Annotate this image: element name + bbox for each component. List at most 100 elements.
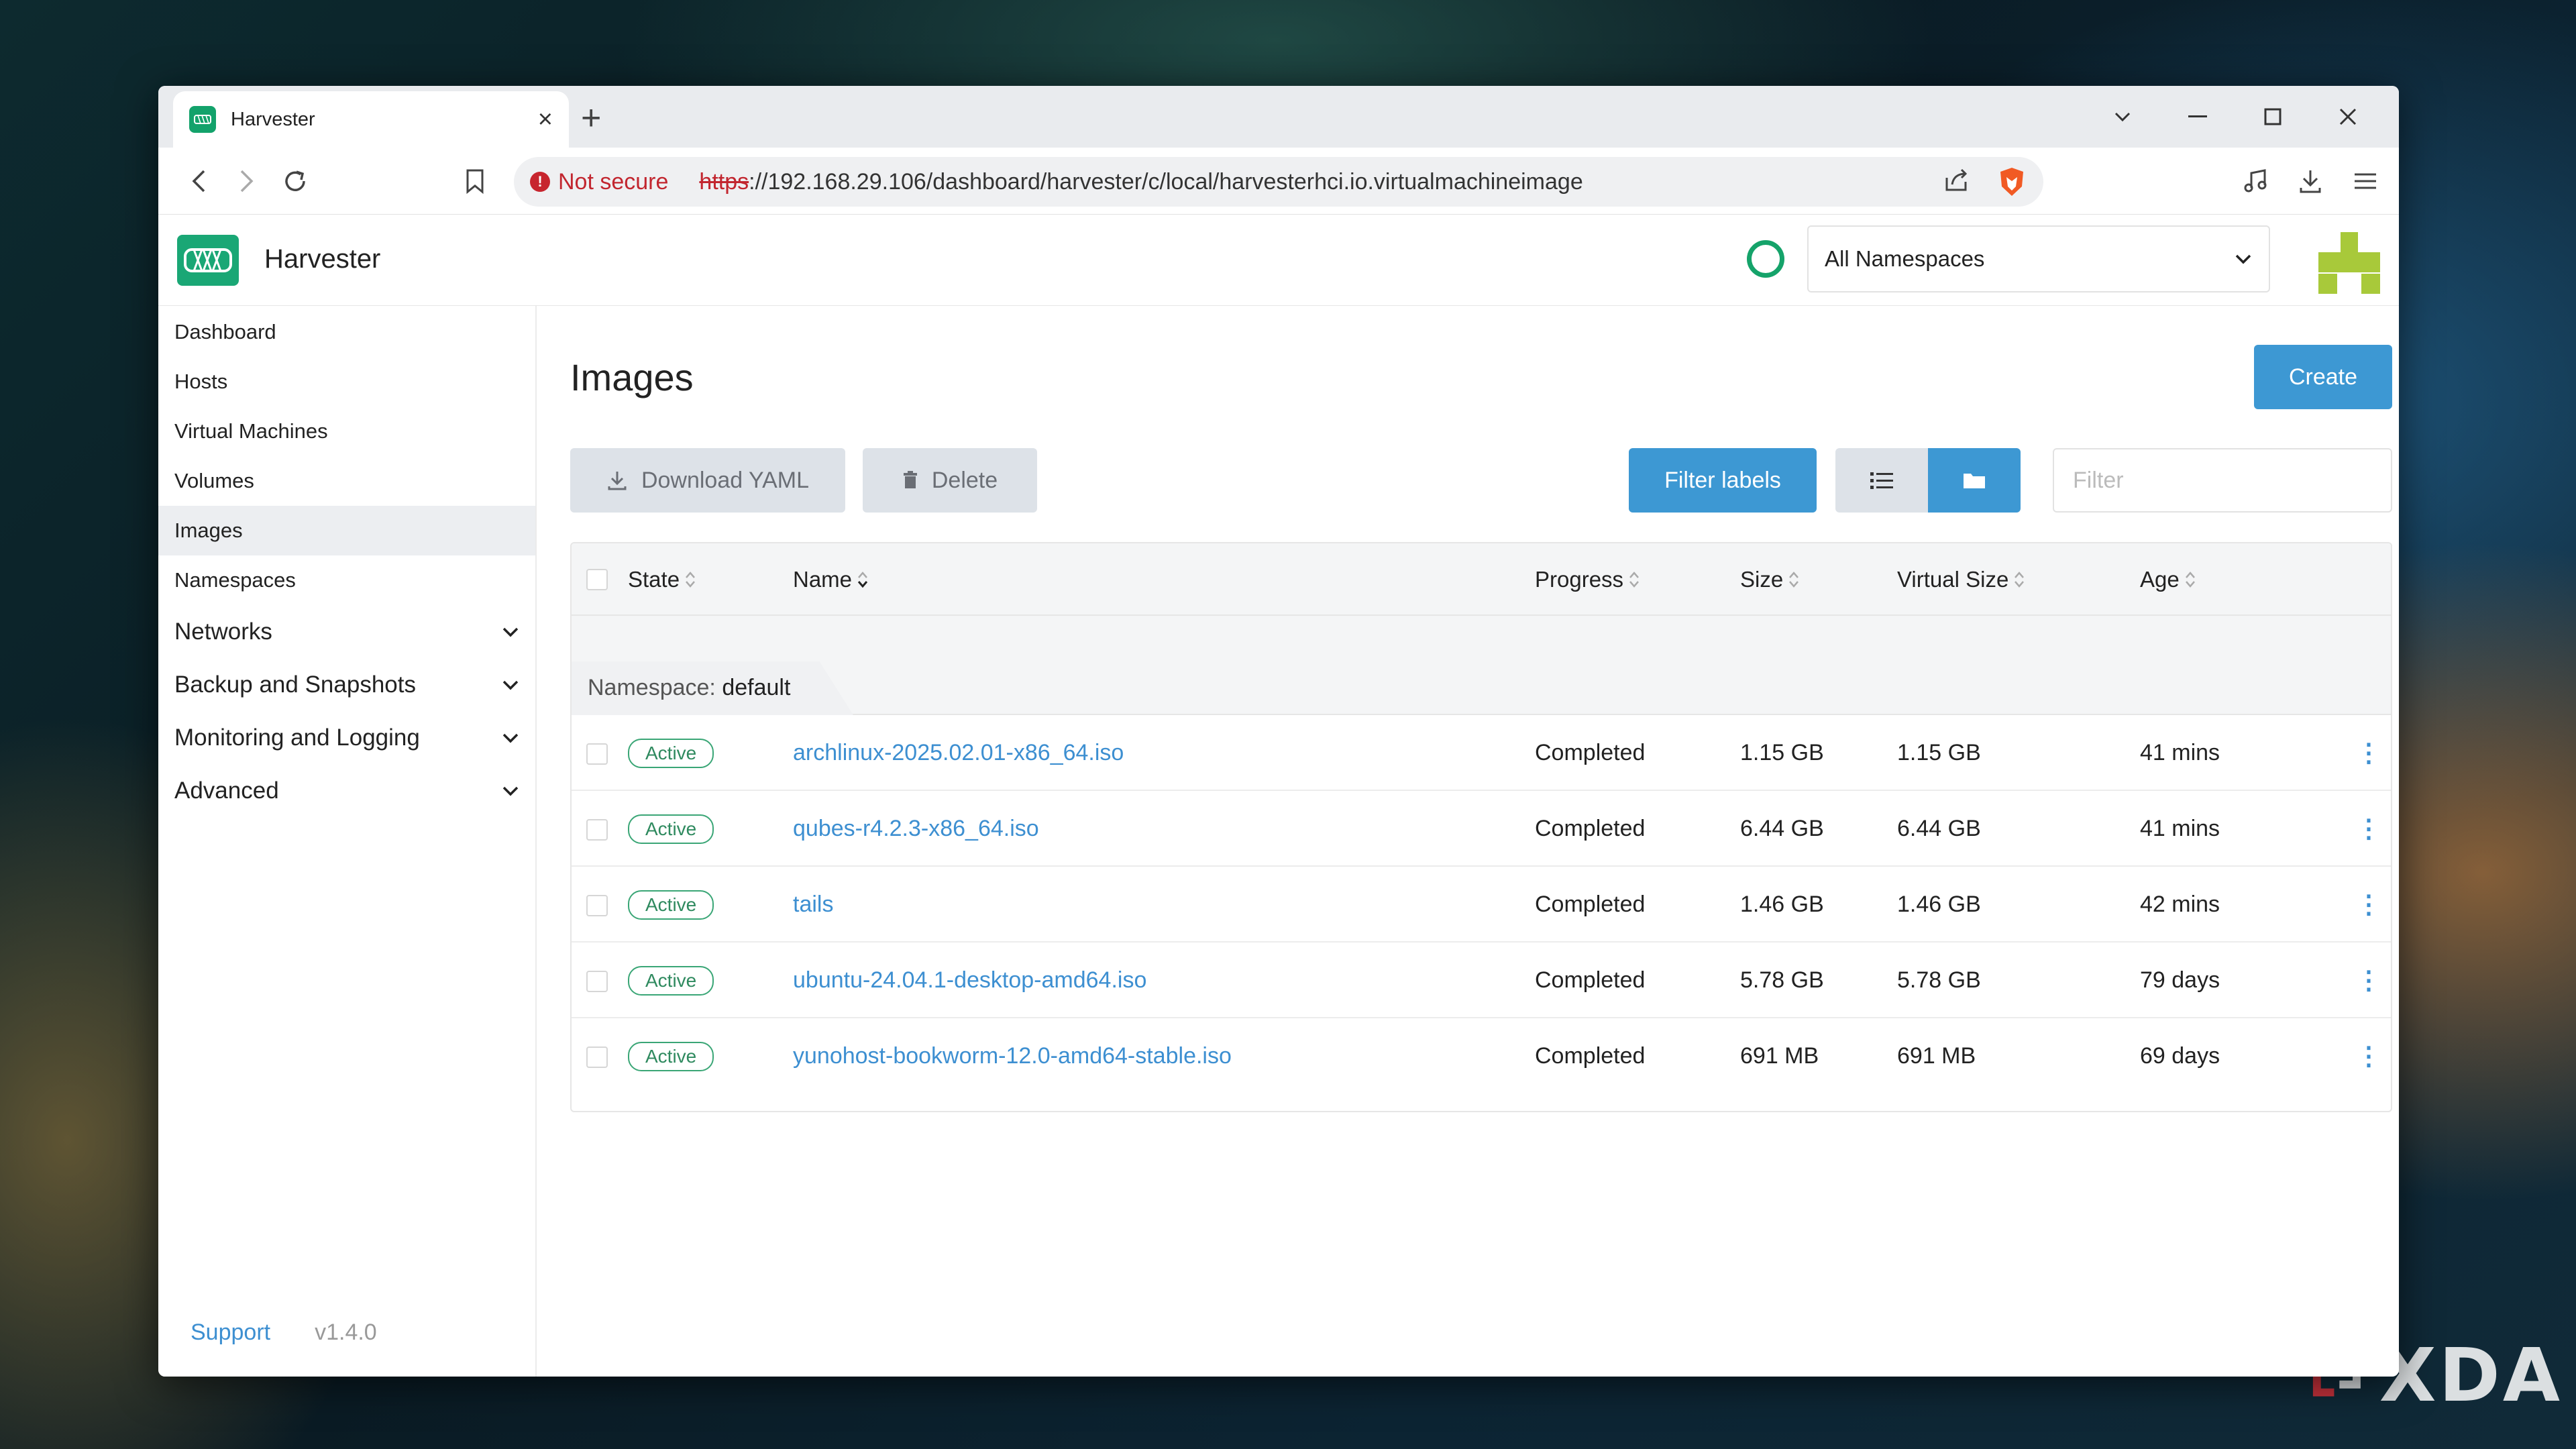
menu-icon[interactable] — [2352, 168, 2379, 198]
sidebar-group-networks[interactable]: Networks — [158, 605, 535, 658]
image-name-link[interactable]: tails — [793, 892, 833, 918]
sidebar-item-hosts[interactable]: Hosts — [158, 357, 535, 407]
folder-view-icon[interactable] — [1928, 448, 2021, 513]
table-row[interactable]: Active archlinux-2025.02.01-x86_64.iso C… — [572, 715, 2391, 791]
column-state[interactable]: State — [628, 543, 697, 616]
brave-shields-icon[interactable] — [1996, 166, 2027, 197]
bookmark-icon[interactable] — [462, 168, 488, 195]
support-link[interactable]: Support — [191, 1320, 270, 1346]
app-title: Harvester — [264, 244, 381, 274]
sidebar-group-label: Backup and Snapshots — [174, 671, 416, 698]
sidebar-item-label: Volumes — [174, 469, 254, 492]
sidebar-group-label: Monitoring and Logging — [174, 724, 420, 751]
sidebar-item-namespaces[interactable]: Namespaces — [158, 555, 535, 605]
media-icon[interactable] — [2242, 168, 2269, 198]
back-icon[interactable] — [185, 168, 212, 195]
warning-icon: ! — [530, 172, 550, 192]
more-actions-icon[interactable]: ⋮ — [2356, 814, 2381, 844]
user-avatar[interactable] — [2318, 232, 2380, 294]
select-all-checkbox[interactable] — [586, 569, 608, 590]
row-checkbox[interactable] — [586, 895, 608, 916]
virtual-size-cell: 1.15 GB — [1897, 740, 1981, 765]
sort-icon — [1789, 572, 1799, 588]
column-age-label: Age — [2140, 567, 2180, 592]
create-button[interactable]: Create — [2254, 345, 2392, 409]
row-checkbox[interactable] — [586, 971, 608, 992]
address-bar-actions — [1943, 166, 2027, 197]
url-scheme: https — [699, 168, 749, 195]
maximize-icon[interactable] — [2235, 86, 2310, 148]
reload-icon[interactable] — [282, 168, 309, 195]
filter-labels-button[interactable]: Filter labels — [1629, 448, 1817, 513]
column-virtual-size[interactable]: Virtual Size — [1897, 543, 2026, 616]
app-header: Harvester All Namespaces — [158, 215, 2399, 306]
tab-search-icon[interactable] — [2085, 86, 2160, 148]
status-badge: Active — [628, 1041, 714, 1071]
table-header: State Name Progress Size Virtual Size Ag… — [572, 543, 2391, 616]
table-row[interactable]: Active tails Completed 1.46 GB 1.46 GB 4… — [572, 867, 2391, 943]
sidebar-item-images[interactable]: Images — [158, 506, 535, 555]
new-tab-button[interactable]: + — [581, 98, 601, 138]
tab-title: Harvester — [231, 108, 315, 130]
namespace-select-value: All Namespaces — [1825, 246, 1985, 271]
namespace-name: default — [722, 675, 791, 700]
more-actions-icon[interactable]: ⋮ — [2356, 738, 2381, 768]
table-row[interactable]: Active ubuntu-24.04.1-desktop-amd64.iso … — [572, 943, 2391, 1018]
column-size[interactable]: Size — [1740, 543, 1801, 616]
tab-bar: Harvester × + — [158, 86, 2399, 148]
age-cell: 42 mins — [2140, 892, 2220, 917]
sort-icon — [1629, 572, 1640, 588]
column-age[interactable]: Age — [2140, 543, 2197, 616]
sidebar-item-virtual-machines[interactable]: Virtual Machines — [158, 407, 535, 456]
image-name-link[interactable]: archlinux-2025.02.01-x86_64.iso — [793, 740, 1124, 766]
column-progress[interactable]: Progress — [1535, 543, 1641, 616]
sidebar-item-dashboard[interactable]: Dashboard — [158, 307, 535, 357]
progress-cell: Completed — [1535, 967, 1646, 993]
sidebar-group-backup-and-snapshots[interactable]: Backup and Snapshots — [158, 658, 535, 711]
sidebar-group-monitoring-and-logging[interactable]: Monitoring and Logging — [158, 711, 535, 764]
sidebar-group-advanced[interactable]: Advanced — [158, 764, 535, 817]
filter-input[interactable] — [2053, 448, 2392, 513]
more-actions-icon[interactable]: ⋮ — [2356, 1041, 2381, 1071]
sidebar-item-label: Virtual Machines — [174, 419, 328, 443]
close-window-icon[interactable] — [2310, 86, 2385, 148]
list-view-icon[interactable] — [1835, 448, 1928, 513]
age-cell: 79 days — [2140, 967, 2220, 993]
progress-cell: Completed — [1535, 892, 1646, 917]
namespace-select[interactable]: All Namespaces — [1807, 225, 2270, 292]
downloads-icon[interactable] — [2297, 168, 2324, 198]
view-toggle — [1835, 448, 2021, 513]
minimize-icon[interactable] — [2160, 86, 2235, 148]
chevron-down-icon — [2235, 254, 2251, 264]
share-icon[interactable] — [1943, 167, 1970, 197]
size-cell: 1.46 GB — [1740, 892, 1824, 917]
image-name-link[interactable]: qubes-r4.2.3-x86_64.iso — [793, 816, 1039, 842]
sidebar-item-volumes[interactable]: Volumes — [158, 456, 535, 506]
download-yaml-button[interactable]: Download YAML — [570, 448, 845, 513]
harvester-logo-icon[interactable] — [177, 235, 239, 286]
image-name-link[interactable]: ubuntu-24.04.1-desktop-amd64.iso — [793, 967, 1146, 994]
not-secure-label: Not secure — [558, 168, 669, 195]
images-table: State Name Progress Size Virtual Size Ag… — [570, 542, 2392, 1112]
table-row[interactable]: Active yunohost-bookworm-12.0-amd64-stab… — [572, 1018, 2391, 1094]
tab-close-icon[interactable]: × — [538, 105, 553, 134]
xda-text: XDA — [2379, 1332, 2563, 1418]
browser-tab[interactable]: Harvester × — [173, 91, 569, 148]
row-checkbox[interactable] — [586, 743, 608, 765]
more-actions-icon[interactable]: ⋮ — [2356, 890, 2381, 920]
row-checkbox[interactable] — [586, 819, 608, 841]
delete-button[interactable]: Delete — [863, 448, 1037, 513]
version-label: v1.4.0 — [315, 1320, 377, 1345]
trash-icon — [903, 471, 917, 488]
chevron-down-icon — [502, 733, 519, 743]
table-row[interactable]: Active qubes-r4.2.3-x86_64.iso Completed… — [572, 791, 2391, 867]
image-name-link[interactable]: yunohost-bookworm-12.0-amd64-stable.iso — [793, 1043, 1232, 1069]
forward-icon[interactable] — [233, 168, 260, 195]
virtual-size-cell: 691 MB — [1897, 1043, 1976, 1069]
address-bar[interactable]: ! Not secure https://192.168.29.106/dash… — [514, 157, 2043, 207]
row-checkbox[interactable] — [586, 1046, 608, 1068]
security-indicator[interactable]: ! Not secure — [530, 169, 668, 195]
url-text[interactable]: https://192.168.29.106/dashboard/harvest… — [699, 169, 1582, 195]
column-name[interactable]: Name — [793, 543, 869, 616]
more-actions-icon[interactable]: ⋮ — [2356, 965, 2381, 996]
